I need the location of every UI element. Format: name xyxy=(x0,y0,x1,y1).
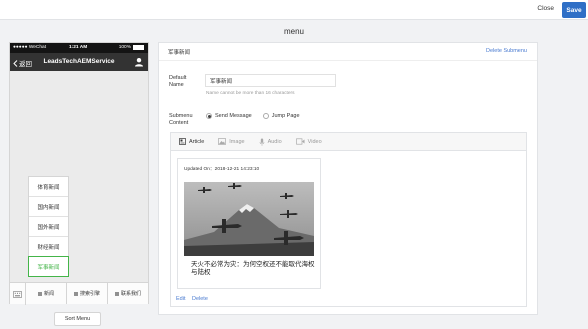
delete-link[interactable]: Delete xyxy=(192,296,208,302)
battery-indicator: 100% xyxy=(119,45,144,50)
tab-article[interactable]: Article xyxy=(179,138,204,145)
content-label-line: Submenu xyxy=(169,113,193,119)
name-label-line: Default xyxy=(169,75,187,81)
send-message-radio[interactable] xyxy=(206,113,212,119)
article-title: 天火不必常为灾：为何空权还不能取代海权与陆权 xyxy=(191,261,315,276)
submenu-item[interactable]: 国外新闻 xyxy=(29,217,68,237)
phone-status-bar: ●●●●● WeChat 1:21 AM 100% xyxy=(10,43,148,53)
sort-menu-button[interactable]: Sort Menu xyxy=(54,312,101,326)
account-name: LeadsTechAEMService xyxy=(43,58,115,65)
content-type-options: Send Message Jump Page xyxy=(206,113,300,119)
save-button[interactable]: Save xyxy=(562,2,586,18)
content-label-line: Content xyxy=(169,120,189,126)
article-icon xyxy=(179,138,186,145)
tab-label: Audio xyxy=(267,138,282,145)
keyboard-icon[interactable] xyxy=(10,283,26,305)
panel-header: 军事新闻 Delete Submenu xyxy=(159,43,537,61)
submenu-editor-panel: 军事新闻 Delete Submenu Default Name Name ca… xyxy=(158,42,538,315)
user-icon[interactable] xyxy=(134,57,144,67)
message-content-box: Article Image Audio Video Updated On：201… xyxy=(170,132,527,307)
grid-dots-icon xyxy=(73,291,78,296)
bottom-menu-item[interactable]: 搜索引擎 xyxy=(67,283,108,304)
tab-label: Article xyxy=(189,138,205,145)
battery-icon xyxy=(133,45,144,50)
tab-label: Image xyxy=(229,138,245,145)
microphone-icon xyxy=(259,138,264,146)
image-icon xyxy=(218,138,227,145)
battery-percent: 100% xyxy=(118,45,131,50)
video-icon xyxy=(295,138,305,145)
phone-bottom-menu: 新闻 搜索引擎 联系我们 xyxy=(10,282,148,305)
submenu-list: 体育新闻 国内新闻 国外新闻 财经新闻 军事新闻 xyxy=(28,176,69,277)
close-button[interactable]: Close xyxy=(537,5,554,12)
name-input[interactable] xyxy=(205,74,336,87)
delete-submenu-link[interactable]: Delete Submenu xyxy=(486,48,527,54)
bottom-menu-label: 新闻 xyxy=(43,291,54,297)
submenu-item-active[interactable]: 军事新闻 xyxy=(28,256,69,277)
tab-image[interactable]: Image xyxy=(218,138,245,145)
submenu-item[interactable]: 体育新闻 xyxy=(29,177,68,197)
bottom-menu-item[interactable]: 新闻 xyxy=(26,283,67,304)
edit-link[interactable]: Edit xyxy=(176,296,185,302)
bottom-menu-item[interactable]: 联系我们 xyxy=(108,283,148,304)
jump-page-radio[interactable] xyxy=(262,113,269,119)
page-title: menu xyxy=(283,27,304,36)
phone-nav-bar: 返回 LeadsTechAEMService xyxy=(10,53,148,71)
content-tabs: Article Image Audio Video xyxy=(171,133,526,151)
article-card[interactable]: Updated On：2018-12-21 14:23:10 天火不必常为灾：为… xyxy=(177,158,321,289)
status-time: 1:21 AM xyxy=(69,45,88,50)
submenu-item[interactable]: 财经新闻 xyxy=(29,237,68,257)
send-message-label: Send Message xyxy=(215,113,252,119)
panel-title: 军事新闻 xyxy=(168,50,191,56)
name-hint: Name cannot be more than 16 characters xyxy=(206,91,295,96)
grid-dots-icon xyxy=(37,291,42,296)
top-bar: Close Save xyxy=(0,0,588,20)
content-label: Submenu Content xyxy=(169,113,193,127)
submenu-item[interactable]: 国内新闻 xyxy=(29,197,68,217)
bottom-menu-label: 联系我们 xyxy=(120,291,141,297)
name-label-line: Name xyxy=(169,82,184,88)
tab-video[interactable]: Video xyxy=(295,138,322,145)
grid-dots-icon xyxy=(114,291,119,296)
article-thumbnail xyxy=(184,182,314,256)
name-label: Default Name xyxy=(169,75,186,89)
tab-audio[interactable]: Audio xyxy=(259,138,282,146)
phone-preview: ●●●●● WeChat 1:21 AM 100% 返回 LeadsTechAE… xyxy=(9,42,149,305)
carrier-label: ●●●●● WeChat xyxy=(13,45,47,50)
jump-page-label: Jump Page xyxy=(271,113,300,119)
tab-label: Video xyxy=(307,138,322,145)
article-updated: Updated On：2018-12-21 14:23:10 xyxy=(184,167,260,172)
bottom-menu-label: 搜索引擎 xyxy=(79,291,100,297)
